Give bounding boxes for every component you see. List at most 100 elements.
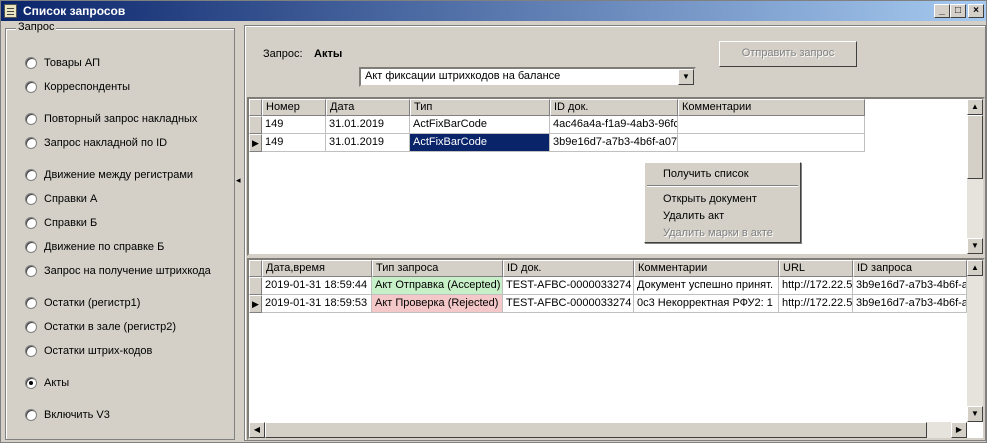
scroll-down-icon[interactable]: ▼ [967,238,983,254]
send-request-button[interactable]: Отправить запрос [719,41,857,67]
scroll-down-icon[interactable]: ▼ [967,406,983,422]
minimize-button[interactable]: _ [934,4,950,18]
radio-invoice-by-id[interactable]: Запрос накладной по ID [25,135,167,151]
column-header[interactable]: Номер [262,99,326,116]
current-row-marker[interactable]: ▶ [249,295,262,313]
table-cell[interactable]: 3b9e16d7-a7b3-4b6f-a0 [853,295,967,313]
table-cell[interactable]: http://172.22.5 [779,277,853,295]
table-cell[interactable] [678,116,865,134]
radio-stock-register1[interactable]: Остатки (регистр1) [25,295,140,311]
radio-circle[interactable] [25,345,37,357]
menu-item-get-list[interactable]: Получить список [663,166,749,182]
selected-cell[interactable]: ActFixBarCode [410,134,550,152]
vertical-scrollbar[interactable]: ▲ ▼ [967,260,983,422]
radio-barcode-request[interactable]: Запрос на получение штрихкода [25,263,211,279]
radio-circle[interactable] [25,265,37,277]
row-header[interactable] [249,116,262,134]
radio-label: Справки А [44,193,98,205]
current-row-marker[interactable]: ▶ [249,134,262,152]
menu-item-delete-marks-disabled: Удалить марки в акте [663,227,773,239]
table-cell[interactable]: http://172.22.5 [779,295,853,313]
table-cell[interactable]: Документ успешно принят. [634,277,779,295]
radio-repeat-invoices[interactable]: Повторный запрос накладных [25,111,197,127]
close-button[interactable]: × [968,4,984,18]
radio-circle[interactable] [25,241,37,253]
table-cell[interactable]: TEST-AFBC-0000033274 [503,277,634,295]
horizontal-scrollbar[interactable]: ◀ ▶ [249,422,967,438]
status-cell-accepted[interactable]: Акт Отправка (Accepted) [372,277,503,295]
scroll-up-icon[interactable]: ▲ [967,99,983,115]
radio-circle[interactable] [25,113,37,125]
menu-separator [647,185,798,187]
table-cell[interactable]: ActFixBarCode [410,116,550,134]
radio-circle[interactable] [25,217,37,229]
table-cell[interactable] [678,134,865,152]
table-cell[interactable]: 4ac46a4a-f1a9-4ab3-96fc- [550,116,678,134]
scroll-right-icon[interactable]: ▶ [951,422,967,438]
radio-label: Остатки штрих-кодов [44,345,153,357]
column-header[interactable]: ID запроса [853,260,967,277]
row-header[interactable] [249,277,262,295]
vertical-scrollbar[interactable]: ▲ ▼ [967,99,983,254]
scroll-thumb[interactable] [967,115,983,179]
chevron-down-icon[interactable]: ▼ [678,69,694,85]
table-cell[interactable]: TEST-AFBC-0000033274 [503,295,634,313]
radio-circle[interactable] [25,137,37,149]
column-header[interactable]: Тип запроса [372,260,503,277]
radio-label: Товары АП [44,57,101,69]
radio-circle[interactable] [25,297,37,309]
title-bar[interactable]: Список запросов _ □ × [1,1,986,21]
column-header[interactable]: ID док. [503,260,634,277]
column-header[interactable]: Тип [410,99,550,116]
radio-hall-stock-register2[interactable]: Остатки в зале (регистр2) [25,319,176,335]
table-cell[interactable]: 3b9e16d7-a7b3-4b6f-a0 [853,277,967,295]
radio-barcode-stock[interactable]: Остатки штрих-кодов [25,343,152,359]
table-cell[interactable]: 31.01.2019 [326,116,410,134]
radio-acts[interactable]: Акты [25,375,69,391]
table-cell[interactable]: 149 [262,134,326,152]
column-header[interactable]: URL [779,260,853,277]
maximize-button[interactable]: □ [950,4,966,18]
radio-circle[interactable] [25,409,37,421]
table-cell[interactable]: 0с3 Некорректная РФУ2: 1 [634,295,779,313]
act-type-combobox[interactable]: Акт фиксации штрихкодов на балансе ▼ [359,67,696,87]
radio-label: Движение между регистрами [44,169,194,181]
panel-splitter[interactable]: ◂ [236,25,242,441]
radio-label: Акты [44,377,70,389]
window-title: Список запросов [23,4,126,18]
radio-circle-selected[interactable] [25,377,37,389]
radio-movement-by-cert-b[interactable]: Движение по справке Б [25,239,164,255]
radio-register-movement[interactable]: Движение между регистрами [25,167,193,183]
radio-circle[interactable] [25,321,37,333]
radio-circle[interactable] [25,81,37,93]
requests-log-table: Дата,время Тип запроса ID док. Комментар… [247,258,985,440]
column-header[interactable]: Дата [326,99,410,116]
radio-circle[interactable] [25,193,37,205]
radio-certificates-a[interactable]: Справки А [25,191,97,207]
radio-goods[interactable]: Товары АП [25,55,100,71]
table-cell[interactable]: 2019-01-31 18:59:53 [262,295,372,313]
request-label: Запрос: [263,48,303,60]
radio-circle[interactable] [25,57,37,69]
radio-circle[interactable] [25,169,37,181]
radio-correspondents[interactable]: Корреспонденты [25,79,130,95]
column-header[interactable]: Дата,время [262,260,372,277]
column-header[interactable]: ID док. [550,99,678,116]
scroll-up-icon[interactable]: ▲ [967,260,983,276]
table-cell[interactable]: 149 [262,116,326,134]
menu-item-open-document[interactable]: Открыть документ [663,191,757,207]
column-header[interactable]: Комментарии [634,260,779,277]
table-cell[interactable]: 3b9e16d7-a7b3-4b6f-a079 [550,134,678,152]
acts-table: Номер Дата Тип ID док. Комментарии 149 3… [247,97,985,256]
table-cell[interactable]: 31.01.2019 [326,134,410,152]
radio-certificates-b[interactable]: Справки Б [25,215,97,231]
column-header[interactable]: Комментарии [678,99,865,116]
menu-item-delete-act[interactable]: Удалить акт [663,208,724,224]
table-cell[interactable]: 2019-01-31 18:59:44 [262,277,372,295]
radio-enable-v3[interactable]: Включить V3 [25,407,110,423]
status-cell-rejected[interactable]: Акт Проверка (Rejected) [372,295,503,313]
chevron-left-icon[interactable]: ◂ [236,175,241,186]
list-icon [4,4,17,18]
scroll-thumb[interactable] [265,422,927,438]
scroll-left-icon[interactable]: ◀ [249,422,265,438]
